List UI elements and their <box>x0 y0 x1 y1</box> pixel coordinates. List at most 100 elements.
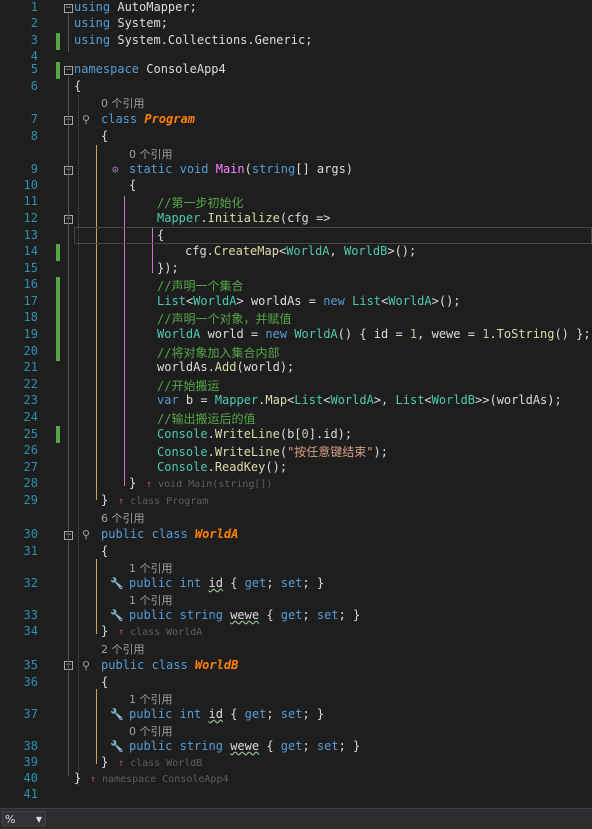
code-line-2: using System; <box>74 16 168 30</box>
line-number: 6 <box>30 79 38 93</box>
wrench-icon: 🔧 <box>110 740 124 753</box>
fold-toggle[interactable]: − <box>64 66 73 75</box>
change-bar <box>56 62 60 79</box>
line-number: 24 <box>23 410 38 424</box>
wrench-icon: 🔧 <box>110 609 124 622</box>
code-line-29: } <box>101 493 109 507</box>
line-number: 28 <box>23 476 38 490</box>
code-line-21: worldAs.Add(world); <box>157 360 295 374</box>
change-bar <box>56 277 60 361</box>
codelens-references[interactable]: 6 个引用 <box>101 510 145 526</box>
line-number: 17 <box>23 294 38 308</box>
line-number: 14 <box>23 244 38 258</box>
line-number: 34 <box>23 624 38 638</box>
end-scope-hint: ↑ class WorldB <box>118 758 203 769</box>
fold-toggle[interactable]: − <box>64 4 73 13</box>
code-line-9: static void Main(string[] args) <box>129 162 354 176</box>
codelens-references[interactable]: 0 个引用 <box>129 146 173 162</box>
line-number: 12 <box>23 211 38 225</box>
line-number: 30 <box>23 527 38 541</box>
line-number: 5 <box>30 62 38 76</box>
line-number: 37 <box>23 707 38 721</box>
codelens-references[interactable]: 0 个引用 <box>101 95 145 111</box>
code-line-22: //开始搬运 <box>157 379 220 393</box>
code-line-14: cfg.CreateMap<WorldA, WorldB>(); <box>185 244 417 258</box>
codelens-references[interactable]: 1 个引用 <box>129 691 173 707</box>
line-number: 16 <box>23 277 38 291</box>
line-number: 3 <box>30 33 38 47</box>
change-bar <box>56 33 60 50</box>
code-line-34: } <box>101 624 109 638</box>
code-line-8: { <box>101 129 109 143</box>
code-line-17: List<WorldA> worldAs = new List<WorldA>(… <box>157 294 461 308</box>
line-number: 22 <box>23 377 38 391</box>
line-number: 38 <box>23 739 38 753</box>
codelens-references[interactable]: 2 个引用 <box>101 641 145 657</box>
line-number: 36 <box>23 675 38 689</box>
wrench-icon: 🔧 <box>110 708 124 721</box>
codelens-references[interactable]: 1 个引用 <box>129 560 173 576</box>
line-number: 39 <box>23 755 38 769</box>
zoom-dropdown[interactable]: % ▼ <box>2 811 46 826</box>
class-icon: ⚲ <box>82 659 91 672</box>
code-line-3: using System.Collections.Generic; <box>74 33 313 47</box>
end-scope-hint: ↑ namespace ConsoleApp4 <box>90 774 229 785</box>
code-line-5: namespace ConsoleApp4 <box>74 62 226 76</box>
change-bar <box>56 244 60 261</box>
line-number: 26 <box>23 443 38 457</box>
code-line-35: public class WorldB <box>101 658 239 672</box>
code-line-25: Console.WriteLine(b[0].id); <box>157 427 353 441</box>
code-line-38: public string wewe { get; set; } <box>129 739 361 753</box>
code-line-36: { <box>101 675 109 689</box>
code-line-7: class Program <box>101 112 195 126</box>
line-number: 9 <box>30 162 38 176</box>
line-number: 19 <box>23 327 38 341</box>
code-line-27: Console.ReadKey(); <box>157 460 288 474</box>
code-line-6: { <box>74 79 82 93</box>
class-icon: ⚲ <box>82 528 91 541</box>
code-line-31: { <box>101 544 109 558</box>
line-number: 4 <box>30 49 38 63</box>
line-number: 2 <box>30 16 38 30</box>
code-line-24: //输出搬运后的值 <box>157 412 256 426</box>
line-number: 18 <box>23 310 38 324</box>
code-line-30: public class WorldA <box>101 527 239 541</box>
chevron-down-icon: ▼ <box>35 815 42 824</box>
line-number: 23 <box>23 393 38 407</box>
code-line-23: var b = Mapper.Map<List<WorldA>, List<Wo… <box>157 393 562 407</box>
line-number: 13 <box>23 228 38 242</box>
line-number: 33 <box>23 608 38 622</box>
code-line-16: //声明一个集合 <box>157 279 244 293</box>
code-line-28: } <box>129 476 137 490</box>
line-number: 20 <box>23 344 38 358</box>
line-number: 21 <box>23 360 38 374</box>
line-number: 15 <box>23 261 38 275</box>
line-number: 25 <box>23 427 38 441</box>
code-line-32: public int id { get; set; } <box>129 576 325 590</box>
end-scope-hint: ↑ class WorldA <box>118 627 203 638</box>
line-number: 27 <box>23 460 38 474</box>
line-number: 31 <box>23 544 38 558</box>
code-line-11: //第一步初始化 <box>157 196 244 210</box>
code-editor[interactable]: 1 2 3 4 5 6 7 8 9 10 11 12 13 14 15 16 17 18 19 20 21 22 23 24 2… <box>0 0 592 808</box>
line-number: 32 <box>23 576 38 590</box>
current-line-highlight <box>74 227 592 244</box>
end-scope-hint: ↑ class Program <box>118 496 209 507</box>
line-number: 10 <box>23 178 38 192</box>
line-number: 35 <box>23 658 38 672</box>
status-bar: % ▼ <box>0 808 592 829</box>
line-number: 41 <box>23 787 38 801</box>
end-scope-hint: ↑ void Main(string[]) <box>146 479 273 490</box>
code-line-1: using AutoMapper; <box>74 0 197 14</box>
line-number: 7 <box>30 112 38 126</box>
change-bar <box>56 426 60 443</box>
code-line-33: public string wewe { get; set; } <box>129 608 361 622</box>
codelens-references[interactable]: 1 个引用 <box>129 592 173 608</box>
code-line-26: Console.WriteLine("按任意键结束"); <box>157 445 388 459</box>
codelens-references[interactable]: 0 个引用 <box>129 723 173 739</box>
code-line-39: } <box>101 755 109 769</box>
line-number: 40 <box>23 771 38 785</box>
code-line-12: Mapper.Initialize(cfg => <box>157 211 331 225</box>
wrench-icon: 🔧 <box>110 577 124 590</box>
code-line-19: WorldA world = new WorldA() { id = 1, we… <box>157 327 591 341</box>
